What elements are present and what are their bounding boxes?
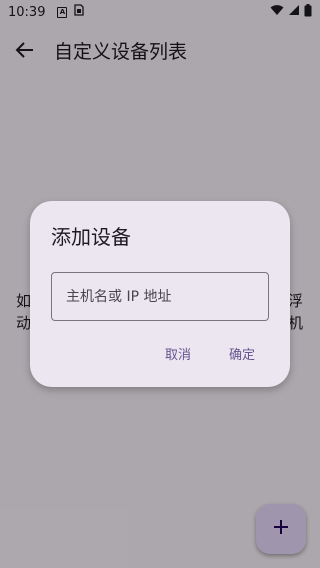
add-device-dialog: 添加设备 取消 确定 bbox=[30, 201, 290, 387]
confirm-button[interactable]: 确定 bbox=[229, 344, 255, 363]
hostname-input[interactable] bbox=[51, 272, 269, 321]
cancel-button[interactable]: 取消 bbox=[165, 344, 191, 363]
dialog-title: 添加设备 bbox=[51, 225, 131, 249]
